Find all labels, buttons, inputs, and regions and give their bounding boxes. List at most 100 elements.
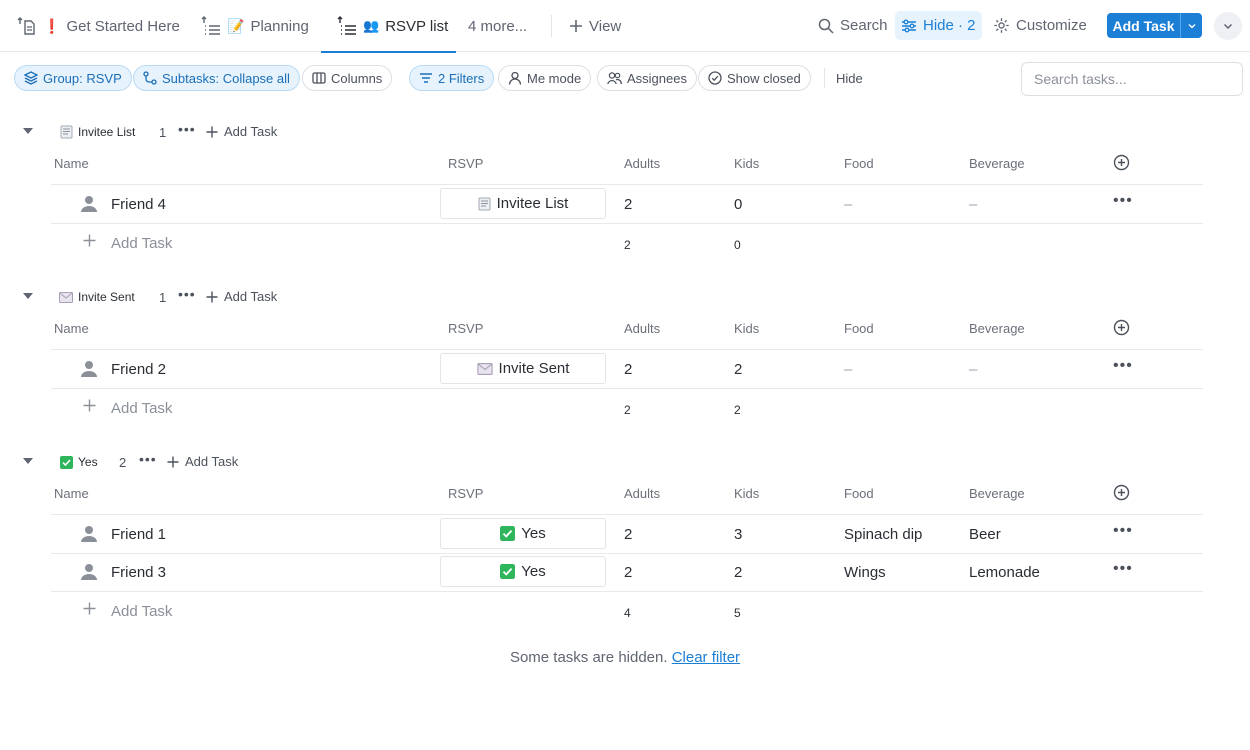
hide-filter-button[interactable]: Hide — [836, 71, 863, 86]
column-rsvp[interactable]: RSVP — [448, 156, 483, 171]
column-food[interactable]: Food — [844, 486, 874, 501]
task-name[interactable]: Friend 2 — [111, 361, 166, 378]
chevron-down-icon — [1222, 20, 1234, 32]
column-adults[interactable]: Adults — [624, 156, 660, 171]
tab-rsvp-list[interactable]: 👥 RSVP list — [320, 0, 457, 53]
rsvp-status-cell[interactable]: Invitee List — [440, 188, 606, 219]
clear-filter-link[interactable]: Clear filter — [672, 649, 740, 666]
group-add-task-button[interactable]: Add Task — [206, 124, 277, 139]
add-column-icon[interactable] — [1113, 154, 1130, 174]
column-kids[interactable]: Kids — [734, 321, 759, 336]
more-options-icon[interactable]: ••• — [139, 451, 157, 467]
group-by-chip[interactable]: Group: RSVP — [14, 65, 132, 91]
table-row[interactable]: Friend 2 Invite Sent 2 2 – – ••• — [0, 350, 1250, 388]
search-button[interactable]: Search — [812, 11, 894, 40]
table-row[interactable]: Friend 3 Yes 2 2 Wings Lemonade ••• — [0, 553, 1250, 591]
column-kids[interactable]: Kids — [734, 486, 759, 501]
add-task-row[interactable]: Add Task 4 5 — [0, 592, 1250, 630]
customize-button[interactable]: Customize — [987, 11, 1093, 40]
columns-chip[interactable]: Columns — [302, 65, 393, 91]
column-rsvp[interactable]: RSVP — [448, 321, 483, 336]
collapse-toolbar-button[interactable] — [1214, 12, 1242, 40]
beverage-cell[interactable]: Beer — [969, 526, 1001, 543]
rsvp-status-cell[interactable]: Yes — [440, 556, 606, 587]
column-kids[interactable]: Kids — [734, 156, 759, 171]
beverage-cell[interactable]: – — [969, 196, 977, 213]
food-cell[interactable]: – — [844, 196, 852, 213]
column-headers: Name RSVP Adults Kids Food Beverage — [0, 147, 1250, 179]
kids-cell[interactable]: 0 — [734, 196, 742, 213]
add-task-top-button[interactable]: Add Task — [1107, 13, 1202, 38]
add-task-row[interactable]: Add Task 2 2 — [0, 389, 1250, 427]
assignees-chip[interactable]: Assignees — [597, 65, 697, 91]
add-task-row[interactable]: Add Task 2 0 — [0, 224, 1250, 262]
rsvp-status-cell[interactable]: Invite Sent — [440, 353, 606, 384]
row-more-options-icon[interactable]: ••• — [1113, 522, 1133, 540]
more-options-icon[interactable]: ••• — [178, 121, 196, 137]
group-header: Invitee List 1 ••• Add Task — [0, 120, 600, 144]
table-row[interactable]: Friend 1 Yes 2 3 Spinach dip Beer ••• — [0, 515, 1250, 553]
rsvp-status-cell[interactable]: Yes — [440, 518, 606, 549]
collapse-triangle-icon[interactable] — [23, 128, 33, 134]
more-tabs-button[interactable]: 4 more... — [468, 0, 527, 52]
column-beverage[interactable]: Beverage — [969, 156, 1025, 171]
adults-cell[interactable]: 2 — [624, 196, 632, 213]
kids-cell[interactable]: 3 — [734, 526, 742, 543]
beverage-cell[interactable]: Lemonade — [969, 564, 1040, 581]
add-column-icon[interactable] — [1113, 319, 1130, 339]
collapse-triangle-icon[interactable] — [23, 293, 33, 299]
filters-chip[interactable]: 2 Filters — [409, 65, 495, 91]
task-name[interactable]: Friend 4 — [111, 196, 166, 213]
add-view-button[interactable]: View — [569, 0, 621, 52]
row-more-options-icon[interactable]: ••• — [1113, 192, 1133, 210]
column-food[interactable]: Food — [844, 156, 874, 171]
group-add-task-button[interactable]: Add Task — [167, 454, 238, 469]
task-name[interactable]: Friend 3 — [111, 564, 166, 581]
layers-icon — [24, 71, 38, 85]
adults-cell[interactable]: 2 — [624, 526, 632, 543]
search-label: Search — [840, 17, 888, 34]
hidden-tasks-note: Some tasks are hidden. Clear filter — [0, 649, 1250, 666]
food-cell[interactable]: Wings — [844, 564, 886, 581]
show-closed-chip[interactable]: Show closed — [698, 65, 811, 91]
adults-cell[interactable]: 2 — [624, 361, 632, 378]
group-add-task-label: Add Task — [224, 124, 278, 139]
more-options-icon[interactable]: ••• — [178, 286, 196, 302]
group-invite-sent: Invite Sent 1 ••• Add Task Name RSVP Adu… — [0, 285, 1250, 435]
tab-label: Get Started Here — [66, 17, 180, 35]
group-add-task-button[interactable]: Add Task — [206, 289, 277, 304]
column-adults[interactable]: Adults — [624, 321, 660, 336]
plus-icon — [569, 19, 583, 33]
kids-cell[interactable]: 2 — [734, 564, 742, 581]
column-name[interactable]: Name — [54, 156, 89, 171]
beverage-cell[interactable]: – — [969, 361, 977, 378]
add-column-icon[interactable] — [1113, 484, 1130, 504]
column-beverage[interactable]: Beverage — [969, 486, 1025, 501]
task-name[interactable]: Friend 1 — [111, 526, 166, 543]
row-more-options-icon[interactable]: ••• — [1113, 357, 1133, 375]
food-cell[interactable]: Spinach dip — [844, 526, 922, 543]
column-name[interactable]: Name — [54, 486, 89, 501]
column-name[interactable]: Name — [54, 321, 89, 336]
food-cell[interactable]: – — [844, 361, 852, 378]
add-task-top-label: Add Task — [1112, 17, 1175, 34]
table-row[interactable]: Friend 4 Invitee List 2 0 – – ••• — [0, 185, 1250, 223]
search-icon — [818, 18, 834, 34]
me-mode-chip[interactable]: Me mode — [498, 65, 592, 91]
kids-cell[interactable]: 2 — [734, 361, 742, 378]
column-beverage[interactable]: Beverage — [969, 321, 1025, 336]
column-food[interactable]: Food — [844, 321, 874, 336]
tab-get-started-here[interactable]: ❗ Get Started Here — [17, 0, 180, 52]
group-name: Yes — [78, 455, 98, 469]
search-tasks-input[interactable] — [1021, 62, 1243, 96]
adults-cell[interactable]: 2 — [624, 564, 632, 581]
collapse-triangle-icon[interactable] — [23, 458, 33, 464]
column-rsvp[interactable]: RSVP — [448, 486, 483, 501]
column-adults[interactable]: Adults — [624, 486, 660, 501]
user-avatar-icon — [80, 525, 98, 548]
row-more-options-icon[interactable]: ••• — [1113, 560, 1133, 578]
chevron-down-icon[interactable] — [1180, 13, 1202, 38]
hide-button[interactable]: Hide · 2 — [895, 11, 982, 40]
tab-planning[interactable]: 📝 Planning — [201, 0, 309, 52]
subtasks-chip[interactable]: Subtasks: Collapse all — [133, 65, 300, 91]
